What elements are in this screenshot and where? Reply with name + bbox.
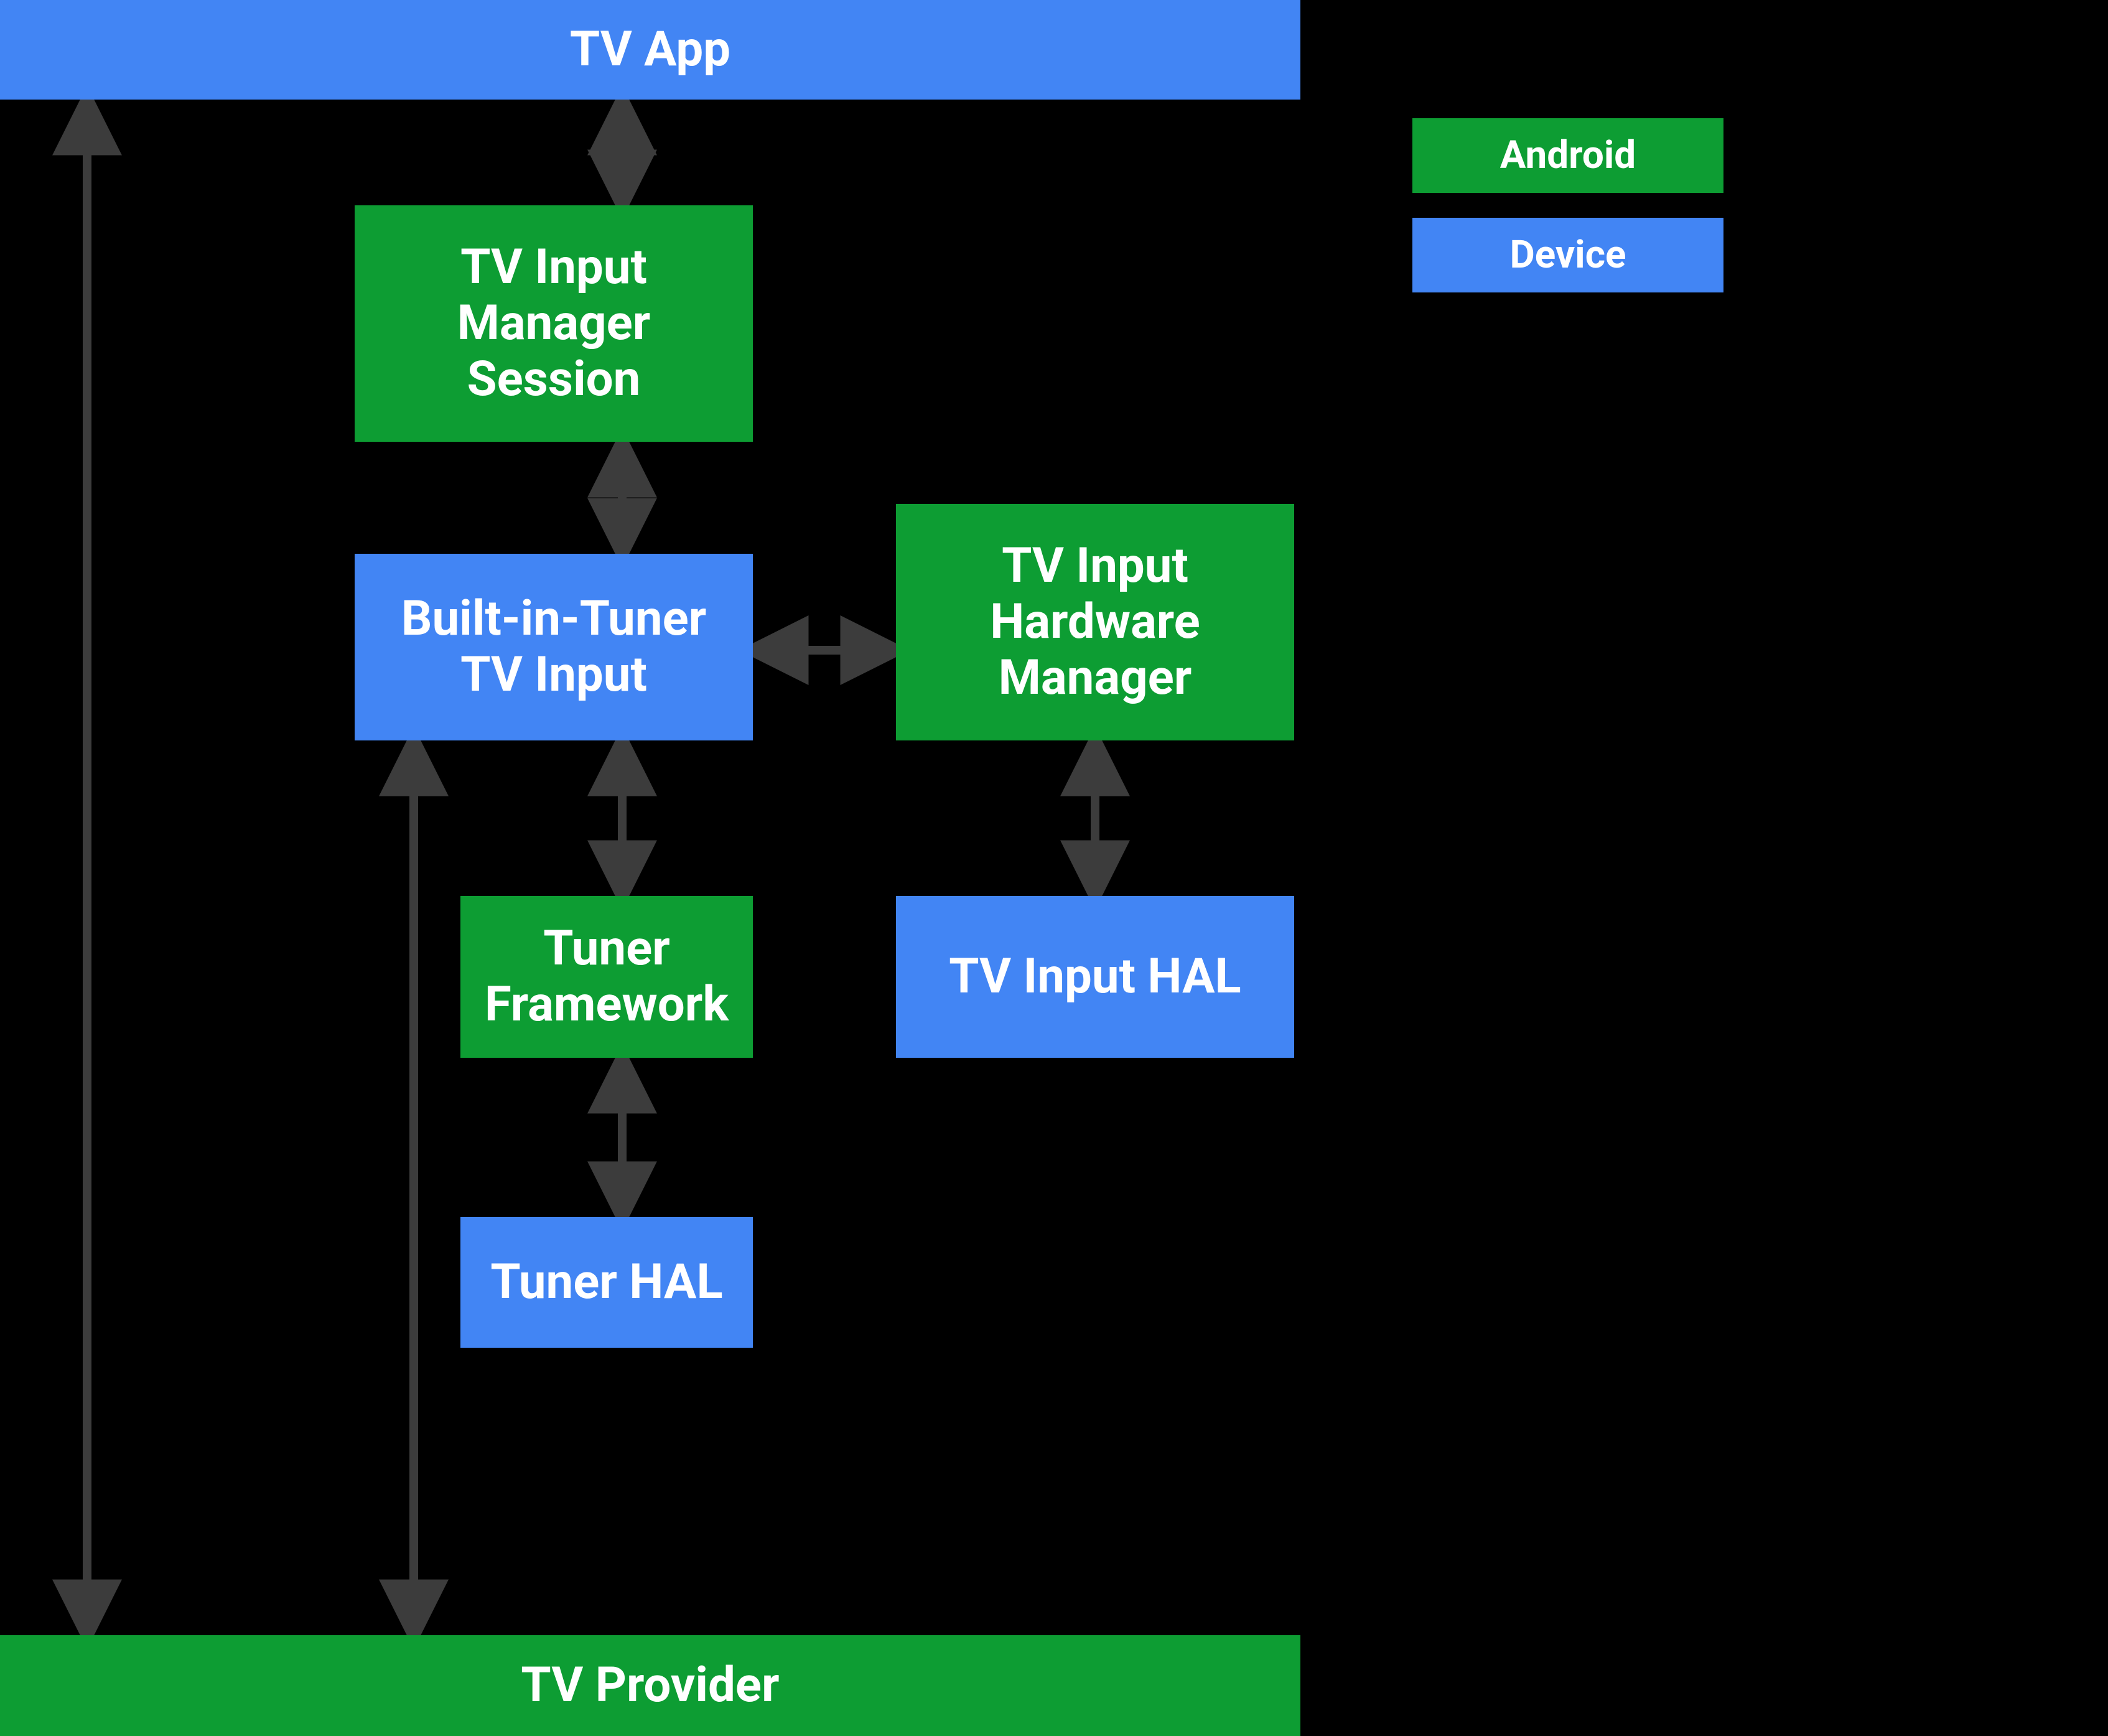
- box-label-tuner_framework: Tuner Framework: [485, 921, 729, 1032]
- box-built_in_tuner: Built-in-Tuner TV Input: [355, 554, 753, 740]
- box-tv_provider: TV Provider: [0, 1635, 1300, 1736]
- box-label-tv_input_hal: TV Input HAL: [949, 949, 1241, 1005]
- box-tv_input_mgr: TV Input Manager Session: [355, 205, 753, 442]
- diagram-canvas: TV App TV Provider TV Input Manager Sessio…: [0, 0, 2108, 1736]
- box-tuner_hal: Tuner HAL: [460, 1217, 753, 1348]
- box-label-tv_provider: TV Provider: [521, 1658, 779, 1714]
- box-label-tv_input_hw_mgr: TV Input Hardware Manager: [990, 538, 1200, 706]
- box-tv_app: TV App: [0, 0, 1300, 100]
- box-device: Device: [1412, 218, 1723, 292]
- box-android: Android: [1412, 118, 1723, 193]
- box-label-android: Android: [1500, 133, 1636, 177]
- arrows-layer: [0, 0, 2108, 1736]
- box-label-tv_input_mgr: TV Input Manager Session: [457, 240, 651, 407]
- box-label-built_in_tuner: Built-in-Tuner TV Input: [401, 591, 707, 702]
- box-label-device: Device: [1510, 233, 1626, 277]
- box-label-tuner_hal: Tuner HAL: [490, 1254, 722, 1310]
- box-tv_input_hal: TV Input HAL: [896, 896, 1294, 1058]
- box-label-tv_app: TV App: [570, 22, 730, 78]
- box-tv_input_hw_mgr: TV Input Hardware Manager: [896, 504, 1294, 740]
- box-tuner_framework: Tuner Framework: [460, 896, 753, 1058]
